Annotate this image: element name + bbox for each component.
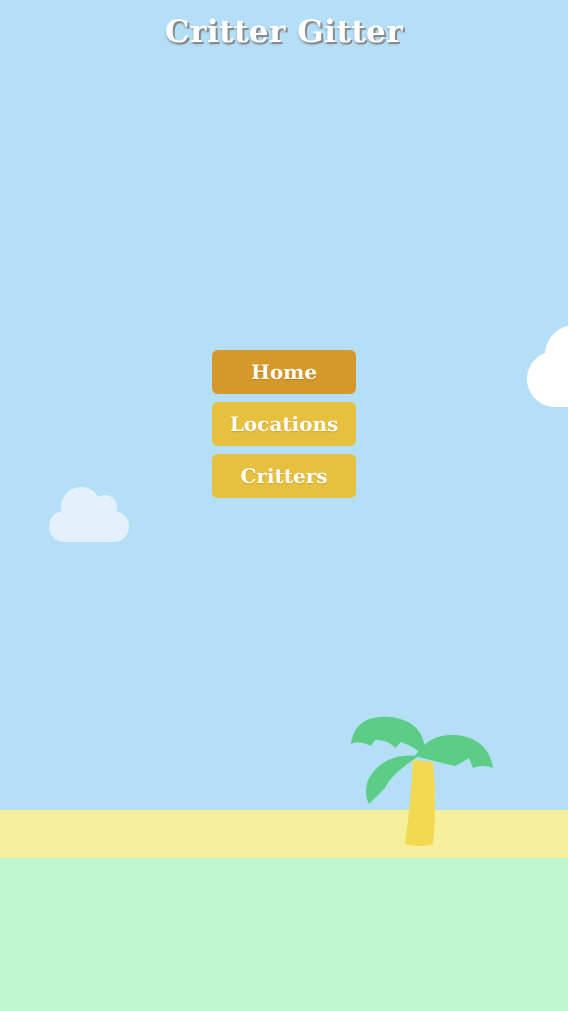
palm-tree-icon bbox=[351, 716, 493, 846]
nav-critters-button[interactable]: Critters bbox=[212, 454, 356, 498]
cloud-icon bbox=[49, 487, 129, 542]
nav-locations-button[interactable]: Locations bbox=[212, 402, 356, 446]
grass-ground bbox=[0, 858, 568, 1011]
cloud-icon bbox=[527, 325, 568, 407]
nav-home-button[interactable]: Home bbox=[212, 350, 356, 394]
app-title: Critter Gitter bbox=[164, 14, 404, 50]
main-nav: Home Locations Critters bbox=[212, 350, 356, 506]
